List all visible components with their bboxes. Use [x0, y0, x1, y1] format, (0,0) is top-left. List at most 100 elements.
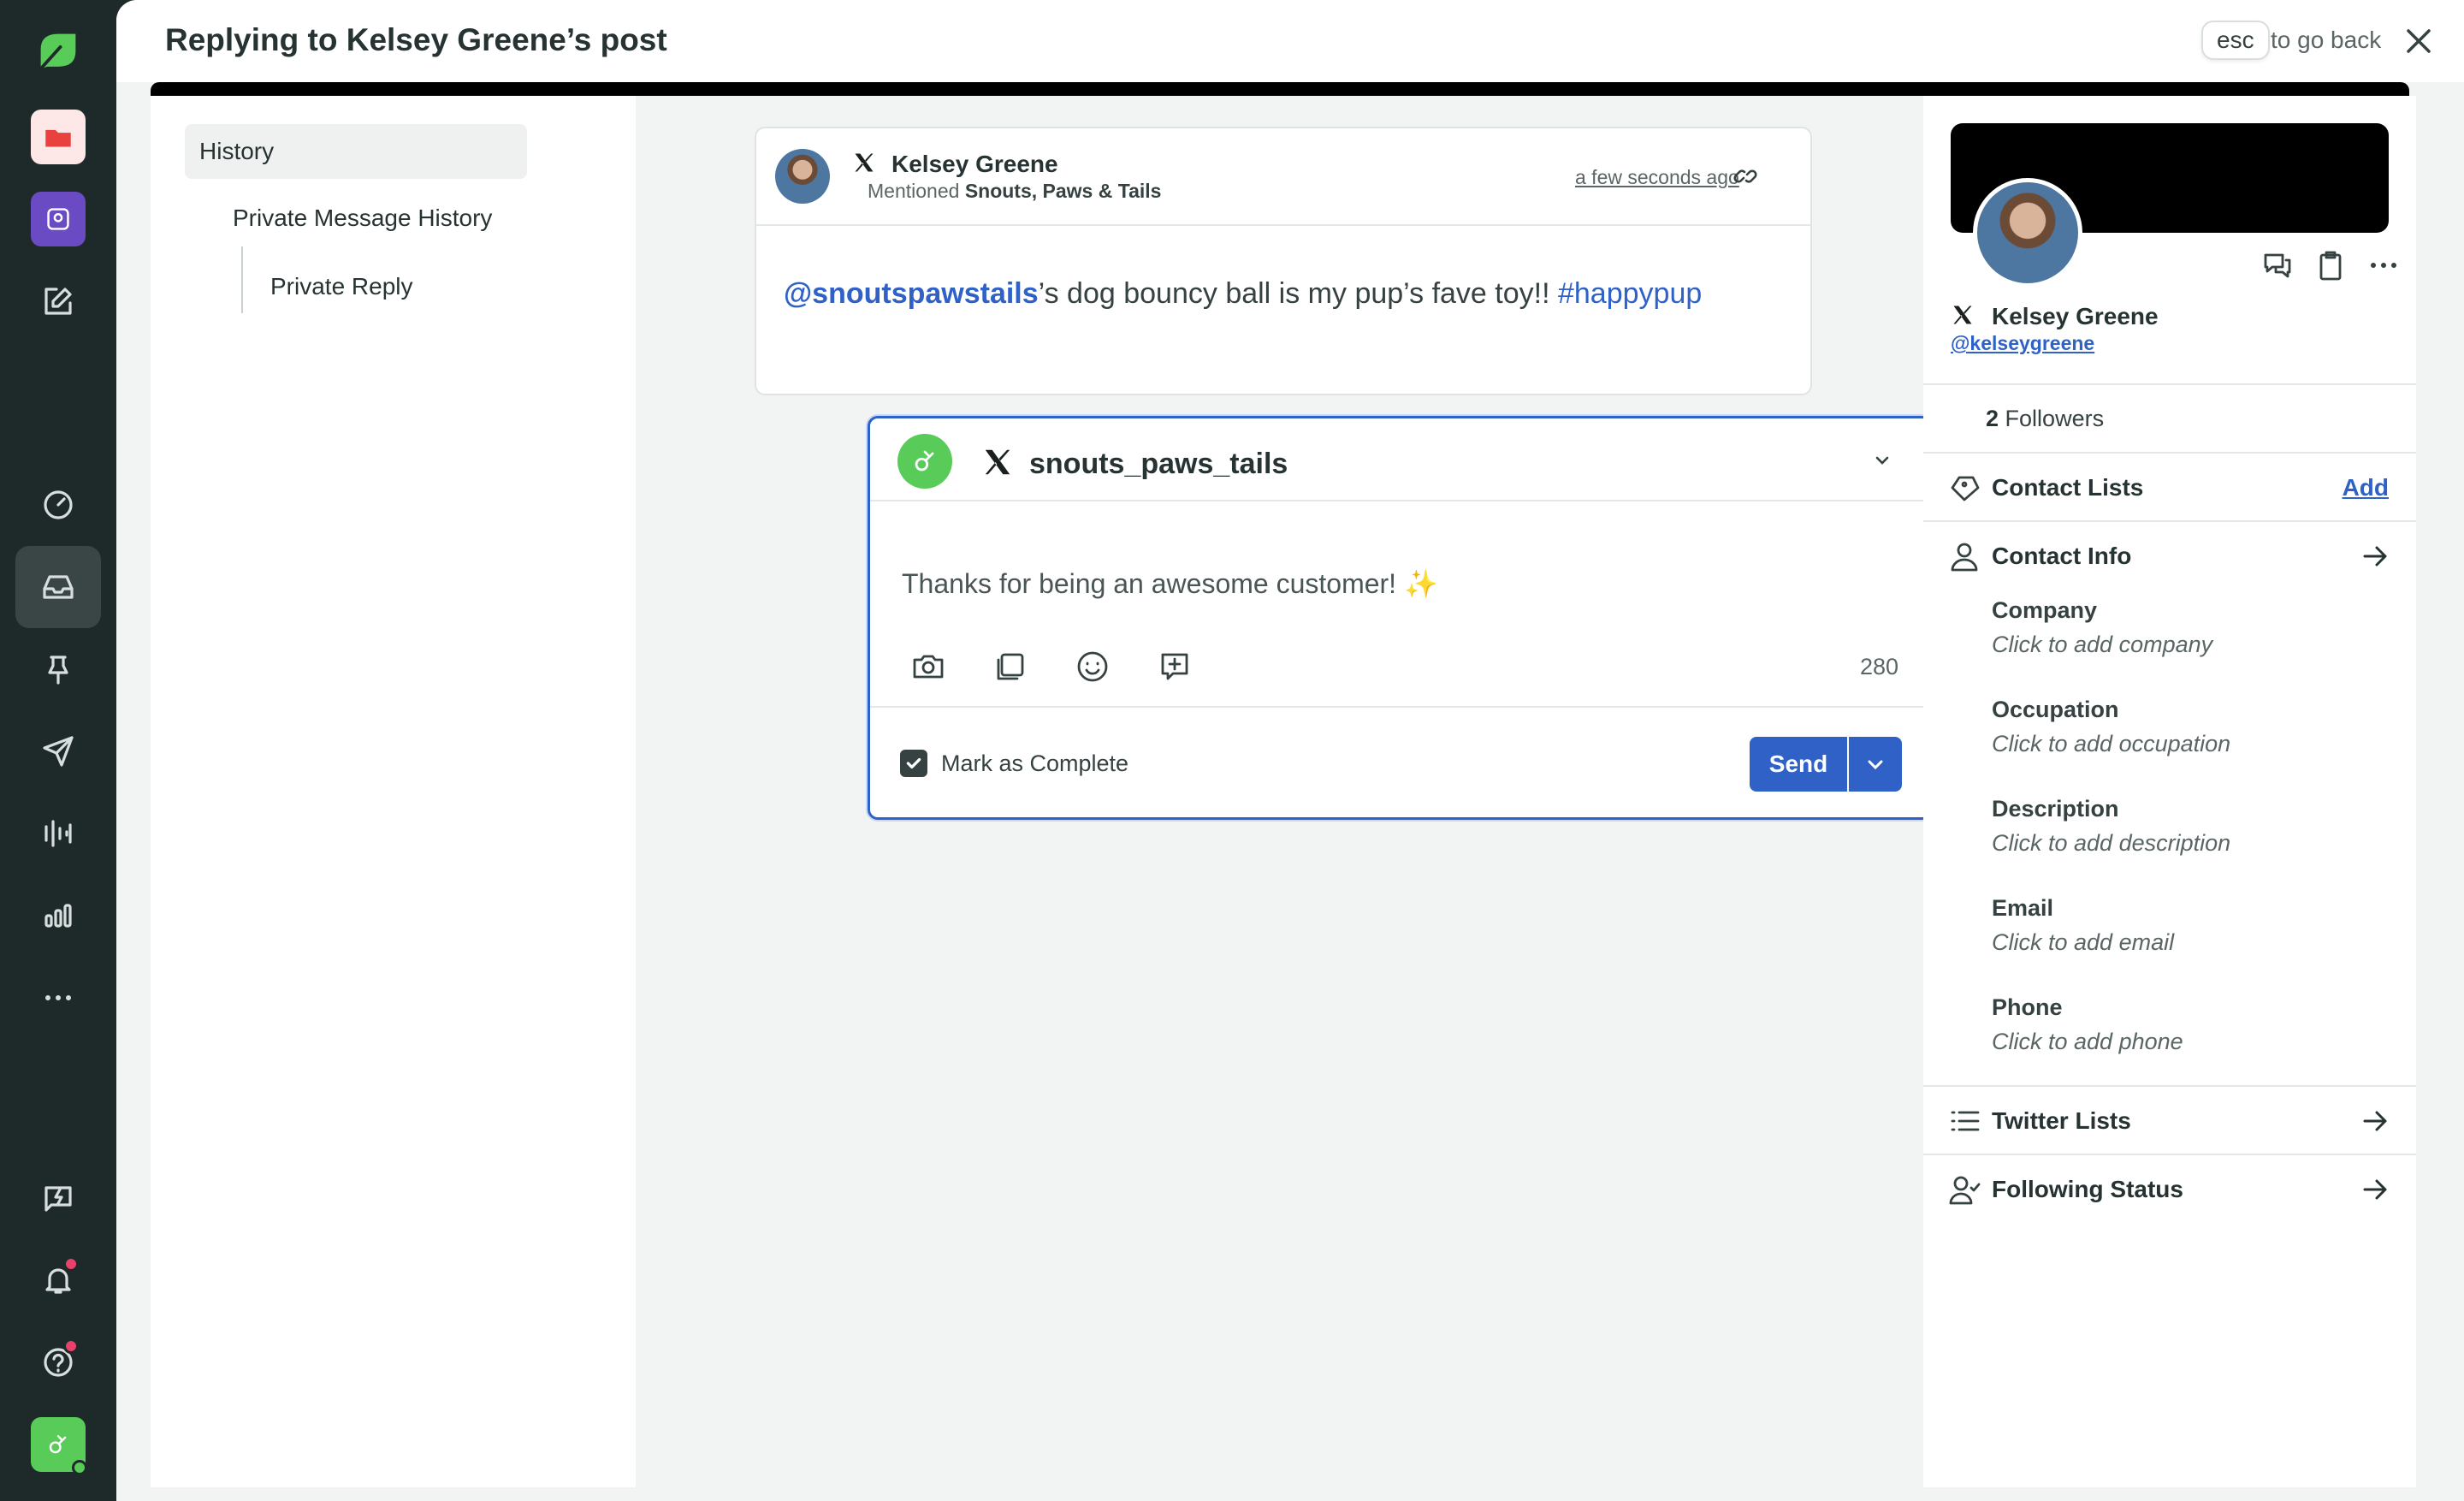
publishing-send-icon[interactable] [15, 710, 101, 792]
history-tab[interactable]: History [185, 124, 527, 179]
email-label: Email [1992, 895, 2054, 921]
saved-reply-icon[interactable] [1156, 648, 1194, 685]
close-icon[interactable] [2402, 24, 2436, 58]
phone-label: Phone [1992, 994, 2063, 1020]
company-field[interactable]: Click to add company [1992, 632, 2212, 658]
modal-header: Replying to Kelsey Greene’s post esc to … [116, 0, 2464, 82]
post-body-text: ’s dog bouncy ball is my pup’s fave toy!… [1038, 277, 1558, 310]
occupation-label: Occupation [1992, 697, 2119, 722]
sprout-logo-icon[interactable] [15, 10, 101, 92]
private-reply-tab[interactable]: Private Reply [270, 273, 413, 300]
folder-app-icon[interactable] [15, 96, 101, 178]
chevron-down-icon [1868, 760, 1883, 770]
contact-lists-label: Contact Lists [1992, 474, 2144, 501]
profile-panel: Kelsey Greene @kelseygreene 2 Followers … [1923, 96, 2416, 1487]
tag-icon [1947, 471, 1981, 505]
post-author-name[interactable]: Kelsey Greene [891, 151, 1058, 178]
esc-key-hint: esc [2201, 21, 2270, 60]
post-mention-line: Mentioned Snouts, Paws & Tails [868, 180, 1161, 203]
profile-avatar[interactable] [1973, 178, 2082, 288]
compose-icon[interactable] [15, 260, 101, 342]
post-header: Kelsey Greene Mentioned Snouts, Paws & T… [756, 128, 1810, 226]
profile-name: Kelsey Greene [1992, 303, 2159, 329]
phone-field[interactable]: Click to add phone [1992, 1029, 2183, 1055]
send-button[interactable]: Send [1750, 737, 1847, 792]
send-options-button[interactable] [1849, 737, 1902, 792]
global-nav-rail [0, 0, 116, 1501]
reply-account-name: snouts_paws_tails [1029, 448, 1288, 480]
following-status-section[interactable]: Following Status [1923, 1155, 2416, 1224]
conversation-icon[interactable] [2260, 248, 2295, 282]
help-notification-dot [63, 1338, 79, 1354]
private-message-history-tab[interactable]: Private Message History [233, 205, 492, 232]
x-network-icon [852, 151, 876, 179]
contact-info-label: Contact Info [1992, 543, 2132, 569]
arrow-right-icon[interactable] [2360, 1106, 2390, 1136]
list-icon [1947, 1104, 1981, 1138]
reports-icon[interactable] [15, 875, 101, 957]
company-label: Company [1992, 597, 2098, 623]
followers-count: 2 Followers [1986, 406, 2104, 432]
profile-avatar-image [1977, 182, 2078, 283]
inbox-icon[interactable] [15, 546, 101, 628]
history-tree-line [241, 246, 243, 313]
more-icon[interactable] [15, 957, 101, 1039]
original-post-card: Kelsey Greene Mentioned Snouts, Paws & T… [755, 127, 1812, 395]
chevron-down-icon[interactable] [1869, 448, 1895, 473]
profile-handle-link[interactable]: @kelseygreene [1951, 332, 2094, 355]
character-count: 280 [1860, 654, 1899, 679]
post-mention-link[interactable]: @snoutspawstails [784, 277, 1039, 310]
dashboard-icon[interactable] [15, 464, 101, 546]
description-field[interactable]: Click to add description [1992, 830, 2230, 857]
whats-new-icon[interactable] [15, 1157, 101, 1239]
media-library-icon[interactable] [992, 648, 1029, 685]
twitter-lists-section[interactable]: Twitter Lists [1923, 1087, 2416, 1155]
post-timestamp[interactable]: a few seconds ago [1575, 166, 1739, 189]
arrow-right-icon[interactable] [2360, 541, 2390, 572]
author-avatar[interactable] [775, 149, 830, 204]
divider [870, 500, 1929, 501]
x-network-icon [1951, 303, 1975, 331]
mark-complete-checkbox[interactable] [900, 750, 927, 777]
post-hashtag-link[interactable]: #happypup [1558, 277, 1702, 310]
mark-complete-label[interactable]: Mark as Complete [941, 750, 1128, 777]
divider [870, 706, 1929, 708]
more-options-icon[interactable] [2366, 248, 2401, 282]
x-network-icon [981, 446, 1014, 483]
sparkles-emoji: ✨ [1403, 568, 1438, 599]
contact-info-section[interactable]: Contact Info [1923, 522, 2416, 590]
clipboard-icon[interactable] [2313, 248, 2348, 282]
person-icon [1947, 539, 1981, 573]
reply-text: Thanks for being an awesome customer! [902, 568, 1404, 599]
followers-number: 2 [1986, 406, 1999, 431]
reply-modal: Replying to Kelsey Greene’s post esc to … [116, 0, 2464, 1501]
email-field[interactable]: Click to add email [1992, 929, 2174, 956]
listening-icon[interactable] [15, 792, 101, 875]
post-body: @snoutspawstails’s dog bouncy ball is my… [784, 277, 1702, 311]
notifications-bell-icon[interactable] [15, 1239, 101, 1321]
camera-icon[interactable] [909, 648, 947, 685]
profile-avatar-button[interactable] [15, 1403, 101, 1486]
account-avatar[interactable] [897, 434, 952, 489]
mentioned-prefix: Mentioned [868, 180, 960, 202]
help-icon[interactable] [15, 1321, 101, 1403]
esc-hint-text: to go back [2271, 27, 2382, 53]
link-icon[interactable] [1732, 163, 1759, 190]
page-title: Replying to Kelsey Greene’s post [165, 22, 667, 57]
add-contact-list-link[interactable]: Add [2343, 474, 2389, 501]
assistant-app-icon[interactable] [15, 178, 101, 260]
emoji-icon[interactable] [1074, 648, 1111, 685]
description-label: Description [1992, 796, 2119, 822]
arrow-right-icon[interactable] [2360, 1174, 2390, 1205]
twitter-lists-label: Twitter Lists [1992, 1107, 2131, 1134]
online-status-dot [72, 1460, 87, 1475]
person-check-icon [1947, 1172, 1981, 1207]
occupation-field[interactable]: Click to add occupation [1992, 731, 2230, 757]
pin-icon[interactable] [15, 628, 101, 710]
header-divider-bar [151, 82, 2409, 96]
reply-text-input[interactable]: Thanks for being an awesome customer! ✨ [902, 567, 1438, 600]
following-status-label: Following Status [1992, 1176, 2183, 1202]
divider [1923, 383, 2416, 385]
mentioned-account: Snouts, Paws & Tails [964, 180, 1162, 202]
history-panel: History Private Message History Private … [151, 96, 636, 1487]
